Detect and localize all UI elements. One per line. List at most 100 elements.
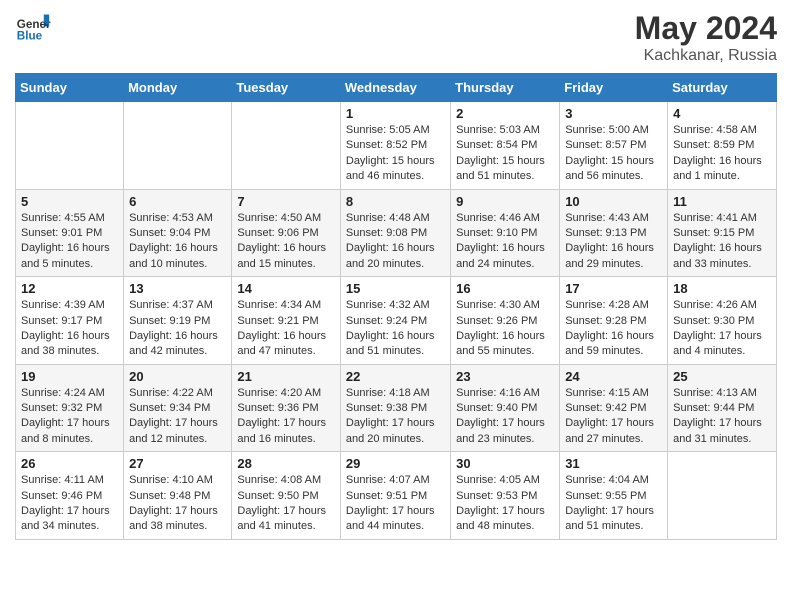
- day-info: Sunrise: 4:07 AMSunset: 9:51 PMDaylight:…: [346, 473, 445, 535]
- calendar-cell: 26Sunrise: 4:11 AMSunset: 9:46 PMDayligh…: [16, 452, 124, 540]
- day-number: 4: [673, 106, 771, 121]
- col-header-tuesday: Tuesday: [232, 74, 341, 102]
- calendar-cell: 28 Sunrise: 4:08 AMSunset: 9:50 PMDayligh…: [232, 452, 341, 540]
- calendar-cell: 7 Sunrise: 4:50 AMSunset: 9:06 PMDaylight…: [232, 189, 341, 277]
- day-info: Sunrise: 4:37 AMSunset: 9:19 PMDaylight:…: [129, 298, 226, 360]
- day-number: 29: [346, 456, 445, 471]
- day-number: 22: [346, 369, 445, 384]
- day-number: 23: [456, 369, 554, 384]
- calendar-cell: 17 Sunrise: 4:28 AMSunset: 9:28 PMDayligh…: [560, 277, 668, 365]
- calendar-cell: 6 Sunrise: 4:53 AMSunset: 9:04 PMDaylight…: [124, 189, 232, 277]
- day-info: Sunrise: 4:53 AMSunset: 9:04 PMDaylight:…: [129, 211, 226, 273]
- day-number: 25: [673, 369, 771, 384]
- day-number: 20: [129, 369, 226, 384]
- calendar-cell: 27 Sunrise: 4:10 AMSunset: 9:48 PMDayligh…: [124, 452, 232, 540]
- day-info: Sunrise: 5:05 AMSunset: 8:52 PMDaylight:…: [346, 123, 445, 185]
- day-info: Sunrise: 4:04 AMSunset: 9:55 PMDaylight:…: [565, 473, 662, 535]
- day-number: 19: [21, 369, 118, 384]
- calendar-cell: [16, 102, 124, 190]
- day-info: Sunrise: 4:48 AMSunset: 9:08 PMDaylight:…: [346, 211, 445, 273]
- day-number: 11: [673, 194, 771, 209]
- day-number: 31: [565, 456, 662, 471]
- title-block: May 2024 Kachkanar, Russia: [635, 10, 777, 65]
- day-info: Sunrise: 4:11 AMSunset: 9:46 PMDaylight:…: [21, 473, 118, 535]
- day-number: 17: [565, 281, 662, 296]
- day-number: 2: [456, 106, 554, 121]
- calendar-cell: [232, 102, 341, 190]
- day-number: 27: [129, 456, 226, 471]
- day-info: Sunrise: 4:50 AMSunset: 9:06 PMDaylight:…: [237, 211, 335, 273]
- calendar-header-row: SundayMondayTuesdayWednesdayThursdayFrid…: [16, 74, 777, 102]
- day-info: Sunrise: 4:28 AMSunset: 9:28 PMDaylight:…: [565, 298, 662, 360]
- day-number: 12: [21, 281, 118, 296]
- day-number: 8: [346, 194, 445, 209]
- col-header-thursday: Thursday: [451, 74, 560, 102]
- day-info: Sunrise: 4:05 AMSunset: 9:53 PMDaylight:…: [456, 473, 554, 535]
- calendar-cell: 18 Sunrise: 4:26 AMSunset: 9:30 PMDayligh…: [668, 277, 777, 365]
- day-number: 28: [237, 456, 335, 471]
- svg-text:Blue: Blue: [17, 30, 43, 43]
- calendar-cell: 23 Sunrise: 4:16 AMSunset: 9:40 PMDayligh…: [451, 364, 560, 452]
- day-info: Sunrise: 4:32 AMSunset: 9:24 PMDaylight:…: [346, 298, 445, 360]
- calendar-week-row: 1 Sunrise: 5:05 AMSunset: 8:52 PMDaylight…: [16, 102, 777, 190]
- calendar-cell: 13Sunrise: 4:37 AMSunset: 9:19 PMDayligh…: [124, 277, 232, 365]
- calendar-cell: 9Sunrise: 4:46 AMSunset: 9:10 PMDaylight…: [451, 189, 560, 277]
- day-info: Sunrise: 4:30 AMSunset: 9:26 PMDaylight:…: [456, 298, 554, 360]
- day-number: 1: [346, 106, 445, 121]
- day-info: Sunrise: 4:18 AMSunset: 9:38 PMDaylight:…: [346, 386, 445, 448]
- calendar-cell: 2Sunrise: 5:03 AMSunset: 8:54 PMDaylight…: [451, 102, 560, 190]
- calendar-cell: 25 Sunrise: 4:13 AMSunset: 9:44 PMDayligh…: [668, 364, 777, 452]
- calendar-cell: 16Sunrise: 4:30 AMSunset: 9:26 PMDayligh…: [451, 277, 560, 365]
- day-info: Sunrise: 4:46 AMSunset: 9:10 PMDaylight:…: [456, 211, 554, 273]
- day-info: Sunrise: 4:08 AMSunset: 9:50 PMDaylight:…: [237, 473, 335, 535]
- calendar-week-row: 26Sunrise: 4:11 AMSunset: 9:46 PMDayligh…: [16, 452, 777, 540]
- col-header-saturday: Saturday: [668, 74, 777, 102]
- day-info: Sunrise: 4:55 AMSunset: 9:01 PMDaylight:…: [21, 211, 118, 273]
- day-info: Sunrise: 4:15 AMSunset: 9:42 PMDaylight:…: [565, 386, 662, 448]
- day-info: Sunrise: 4:24 AMSunset: 9:32 PMDaylight:…: [21, 386, 118, 448]
- day-number: 24: [565, 369, 662, 384]
- day-number: 30: [456, 456, 554, 471]
- calendar-cell: 8 Sunrise: 4:48 AMSunset: 9:08 PMDaylight…: [340, 189, 450, 277]
- page-header: General Blue May 2024 Kachkanar, Russia: [15, 10, 777, 65]
- calendar-cell: 5 Sunrise: 4:55 AMSunset: 9:01 PMDaylight…: [16, 189, 124, 277]
- calendar-cell: 30 Sunrise: 4:05 AMSunset: 9:53 PMDayligh…: [451, 452, 560, 540]
- day-info: Sunrise: 4:16 AMSunset: 9:40 PMDaylight:…: [456, 386, 554, 448]
- calendar-cell: 15 Sunrise: 4:32 AMSunset: 9:24 PMDayligh…: [340, 277, 450, 365]
- calendar-cell: 22 Sunrise: 4:18 AMSunset: 9:38 PMDayligh…: [340, 364, 450, 452]
- logo: General Blue: [15, 10, 51, 46]
- day-info: Sunrise: 4:13 AMSunset: 9:44 PMDaylight:…: [673, 386, 771, 448]
- day-number: 14: [237, 281, 335, 296]
- col-header-sunday: Sunday: [16, 74, 124, 102]
- calendar-table: SundayMondayTuesdayWednesdayThursdayFrid…: [15, 73, 777, 540]
- col-header-friday: Friday: [560, 74, 668, 102]
- calendar-cell: 24 Sunrise: 4:15 AMSunset: 9:42 PMDayligh…: [560, 364, 668, 452]
- calendar-week-row: 5 Sunrise: 4:55 AMSunset: 9:01 PMDaylight…: [16, 189, 777, 277]
- day-number: 18: [673, 281, 771, 296]
- day-info: Sunrise: 4:10 AMSunset: 9:48 PMDaylight:…: [129, 473, 226, 535]
- day-info: Sunrise: 4:20 AMSunset: 9:36 PMDaylight:…: [237, 386, 335, 448]
- calendar-cell: [124, 102, 232, 190]
- calendar-cell: 1 Sunrise: 5:05 AMSunset: 8:52 PMDaylight…: [340, 102, 450, 190]
- day-info: Sunrise: 4:43 AMSunset: 9:13 PMDaylight:…: [565, 211, 662, 273]
- day-number: 10: [565, 194, 662, 209]
- day-number: 7: [237, 194, 335, 209]
- calendar-cell: 11 Sunrise: 4:41 AMSunset: 9:15 PMDayligh…: [668, 189, 777, 277]
- calendar-cell: 21Sunrise: 4:20 AMSunset: 9:36 PMDayligh…: [232, 364, 341, 452]
- day-number: 5: [21, 194, 118, 209]
- day-number: 15: [346, 281, 445, 296]
- calendar-cell: 31 Sunrise: 4:04 AMSunset: 9:55 PMDayligh…: [560, 452, 668, 540]
- calendar-cell: 4 Sunrise: 4:58 AMSunset: 8:59 PMDaylight…: [668, 102, 777, 190]
- day-number: 6: [129, 194, 226, 209]
- day-info: Sunrise: 4:26 AMSunset: 9:30 PMDaylight:…: [673, 298, 771, 360]
- calendar-week-row: 12Sunrise: 4:39 AMSunset: 9:17 PMDayligh…: [16, 277, 777, 365]
- day-info: Sunrise: 4:41 AMSunset: 9:15 PMDaylight:…: [673, 211, 771, 273]
- calendar-week-row: 19 Sunrise: 4:24 AMSunset: 9:32 PMDayligh…: [16, 364, 777, 452]
- location: Kachkanar, Russia: [635, 47, 777, 65]
- calendar-cell: [668, 452, 777, 540]
- day-info: Sunrise: 4:58 AMSunset: 8:59 PMDaylight:…: [673, 123, 771, 185]
- day-number: 3: [565, 106, 662, 121]
- col-header-wednesday: Wednesday: [340, 74, 450, 102]
- calendar-cell: 12Sunrise: 4:39 AMSunset: 9:17 PMDayligh…: [16, 277, 124, 365]
- calendar-cell: 20Sunrise: 4:22 AMSunset: 9:34 PMDayligh…: [124, 364, 232, 452]
